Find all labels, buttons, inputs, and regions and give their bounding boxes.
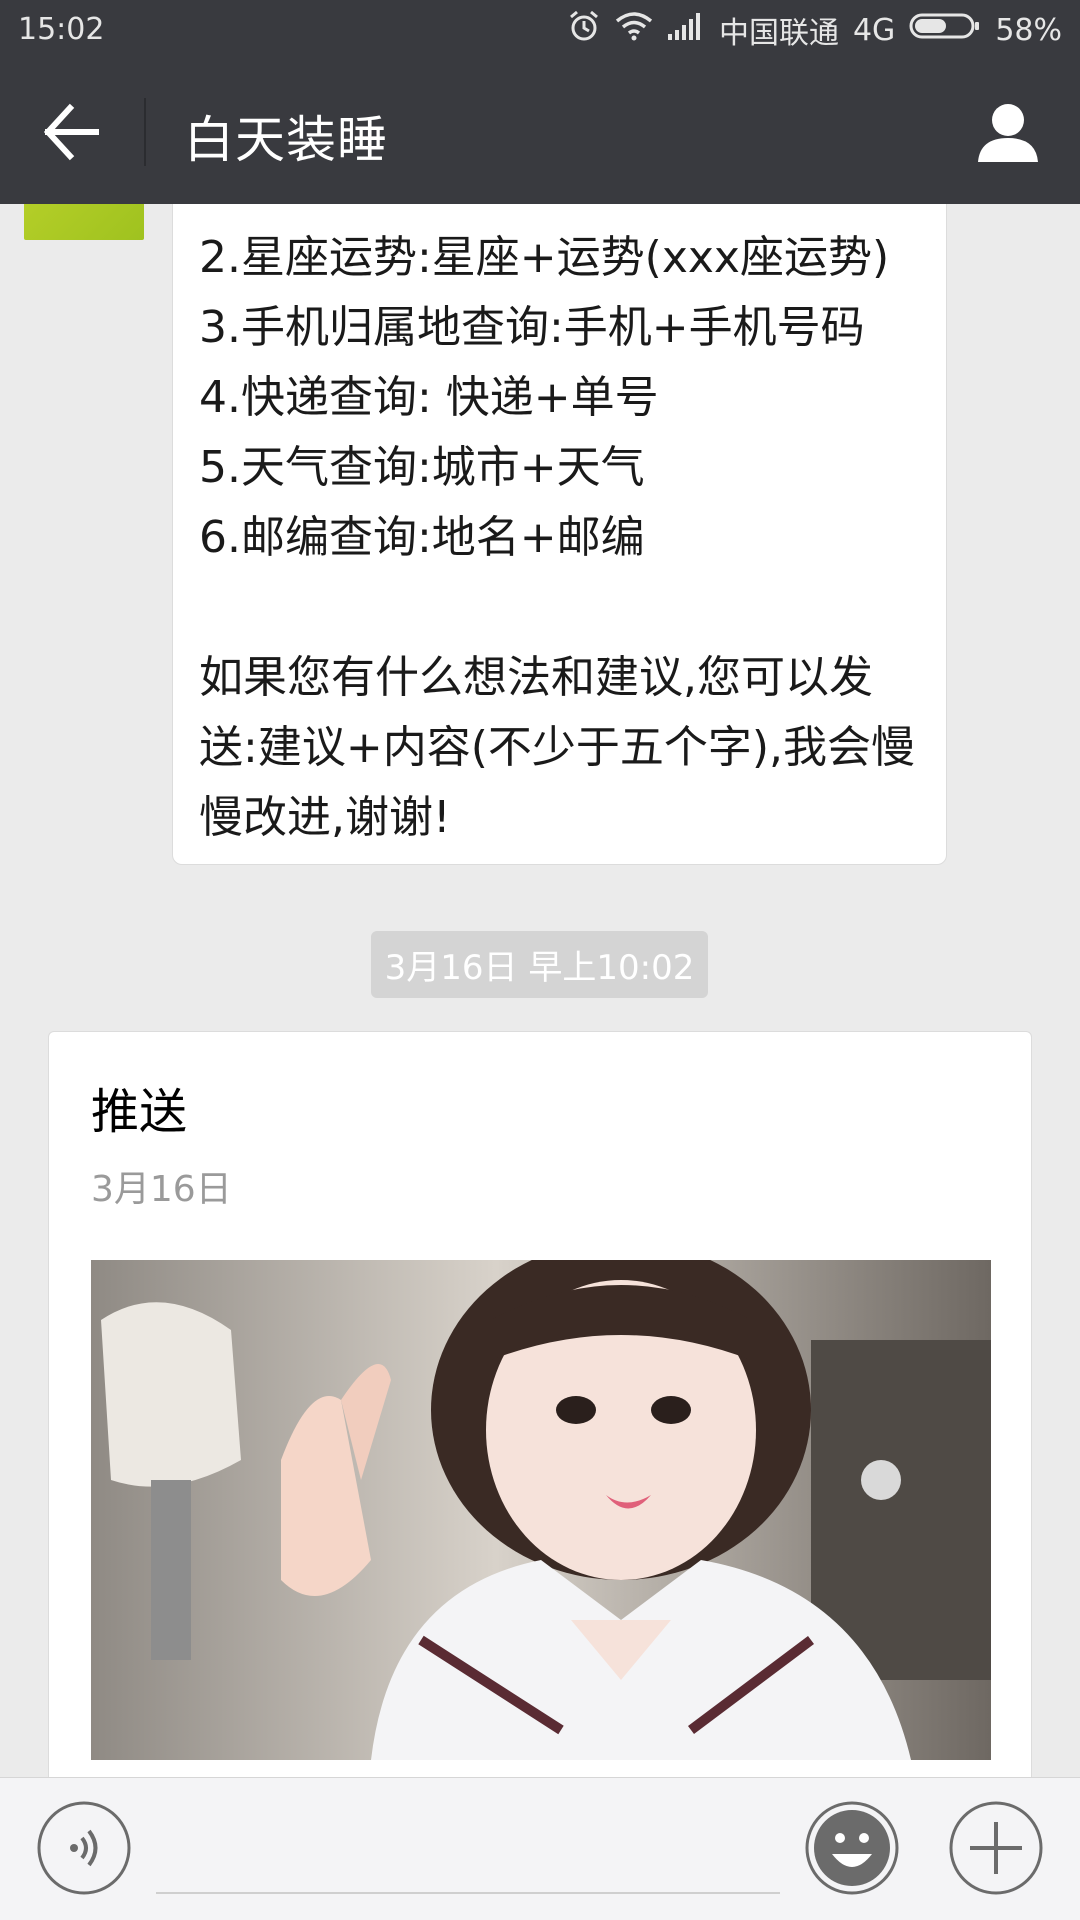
cover-photo [91, 1260, 991, 1760]
chat-area[interactable]: 2.星座运势:星座+运势(xxx座运势) 3.手机归属地查询:手机+手机号码 4… [0, 204, 1080, 1777]
chat-title: 白天装睡 [184, 111, 388, 169]
emoji-icon [805, 1801, 899, 1895]
status-bar: 15:02 中国联通 4G 58% [0, 0, 1080, 60]
signal-icon [667, 12, 705, 48]
input-bar [0, 1777, 1080, 1920]
article-date: 3月16日 [91, 1169, 232, 1210]
article-title: 推送 [91, 1084, 188, 1140]
nav-divider [144, 98, 146, 166]
message-text: 2.星座运势:星座+运势(xxx座运势) 3.手机归属地查询:手机+手机号码 4… [199, 232, 916, 843]
battery-icon [909, 11, 981, 49]
message-bubble[interactable]: 2.星座运势:星座+运势(xxx座运势) 3.手机归属地查询:手机+手机号码 4… [172, 204, 947, 865]
plus-button[interactable] [948, 1800, 1044, 1896]
carrier-label: 中国联通 [718, 16, 839, 51]
status-icons: 中国联通 4G 58% [567, 9, 1062, 51]
back-button[interactable] [40, 102, 104, 162]
message-input[interactable] [156, 1808, 780, 1894]
timestamp-label: 3月16日 早上10:02 [371, 931, 708, 998]
alarm-icon [567, 9, 601, 51]
voice-button[interactable] [36, 1800, 132, 1896]
wifi-icon [615, 11, 653, 49]
battery-percent: 58% [995, 12, 1062, 48]
nav-bar: 白天装睡 [0, 60, 1080, 204]
avatar[interactable] [24, 204, 144, 240]
person-icon [978, 104, 1038, 162]
voice-icon [37, 1801, 131, 1895]
status-time: 15:02 [18, 12, 105, 47]
arrow-left-icon [43, 103, 99, 161]
article-card[interactable]: 推送 3月16日 [48, 1031, 1032, 1777]
emoji-button[interactable] [804, 1800, 900, 1896]
profile-button[interactable] [976, 100, 1040, 164]
plus-icon [949, 1801, 1043, 1895]
article-cover-image[interactable] [91, 1260, 991, 1760]
network-label: 4G [852, 12, 896, 48]
